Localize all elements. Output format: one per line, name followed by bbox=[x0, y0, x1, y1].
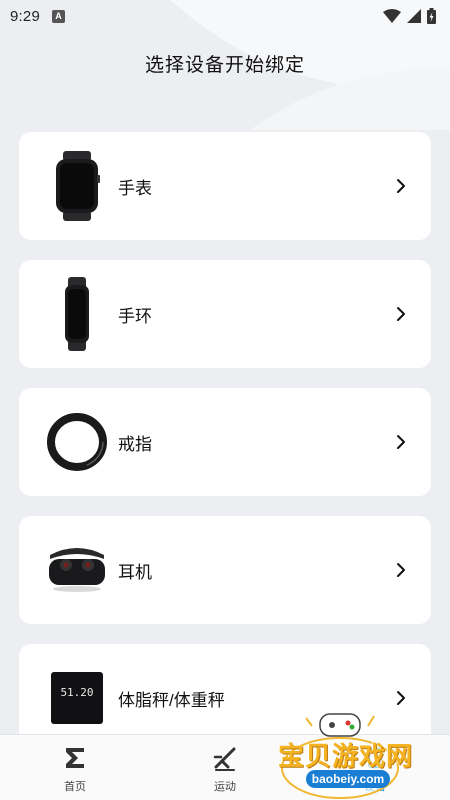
body-scale-icon: 51.20 bbox=[33, 654, 121, 742]
chevron-right-icon bbox=[397, 563, 405, 577]
chevron-right-icon bbox=[397, 691, 405, 705]
run-icon bbox=[212, 745, 238, 771]
smart-ring-icon bbox=[33, 398, 121, 486]
device-label: 耳机 bbox=[118, 562, 152, 582]
device-label: 手环 bbox=[118, 306, 152, 326]
device-card-earbuds[interactable]: 耳机 bbox=[19, 516, 431, 624]
nav-item-home[interactable]: 首页 bbox=[0, 735, 150, 800]
chevron-right-icon bbox=[397, 179, 405, 193]
nav-label: 首页 bbox=[64, 781, 86, 793]
nav-label: 运动 bbox=[214, 781, 236, 793]
device-label: 体脂秤/体重秤 bbox=[118, 690, 225, 710]
watermark: 宝贝游戏网 baobeiy.com bbox=[270, 712, 450, 800]
smartwatch-icon bbox=[33, 142, 121, 230]
chevron-right-icon bbox=[397, 307, 405, 321]
cellular-signal-icon bbox=[407, 9, 421, 23]
device-card-ring[interactable]: 戒指 bbox=[19, 388, 431, 496]
device-label: 戒指 bbox=[118, 434, 152, 454]
status-time: 9:29 bbox=[10, 7, 40, 25]
page-title: 选择设备开始绑定 bbox=[144, 55, 305, 76]
device-card-band[interactable]: 手环 bbox=[19, 260, 431, 368]
device-card-watch[interactable]: 手表 bbox=[19, 132, 431, 240]
notification-badge-icon: A bbox=[52, 9, 65, 23]
device-label: 手表 bbox=[118, 178, 152, 198]
earbuds-icon bbox=[33, 526, 121, 614]
watermark-url: baobeiy.com bbox=[306, 770, 390, 788]
fitness-band-icon bbox=[33, 270, 121, 358]
wifi-icon bbox=[383, 9, 401, 23]
battery-icon bbox=[427, 8, 436, 24]
sigma-icon bbox=[62, 745, 88, 771]
chevron-right-icon bbox=[397, 435, 405, 449]
watermark-text: 宝贝游戏网 bbox=[278, 742, 414, 772]
status-bar: 9:29 A bbox=[0, 0, 450, 32]
device-list: 手表 手环 戒指 耳机 51.20 体脂秤/体重秤 bbox=[19, 132, 431, 772]
scale-readout: 51.20 bbox=[60, 686, 93, 699]
